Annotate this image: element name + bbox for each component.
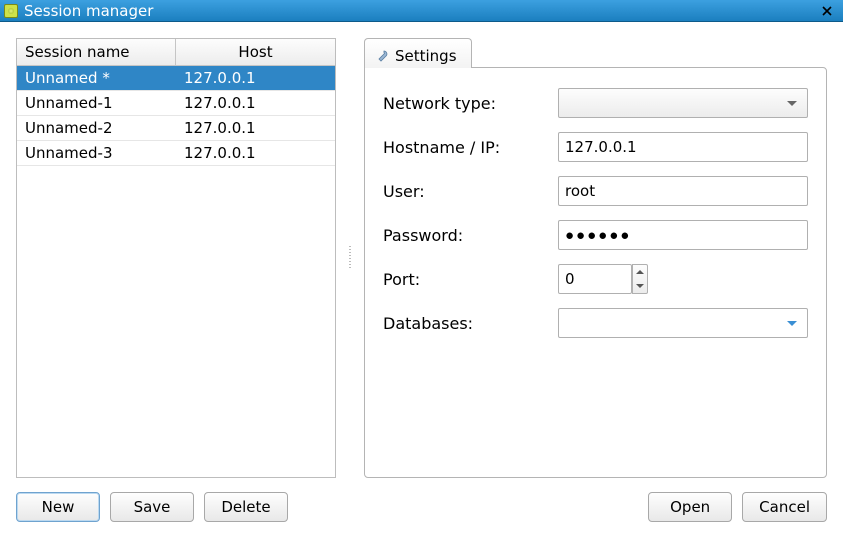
tab-settings[interactable]: Settings	[364, 38, 472, 68]
port-spinner[interactable]	[632, 264, 648, 294]
table-row[interactable]: Unnamed-3127.0.0.1	[17, 141, 335, 166]
cancel-button[interactable]: Cancel	[742, 492, 827, 522]
user-label: User:	[383, 182, 558, 201]
session-name-cell: Unnamed-2	[17, 116, 176, 140]
save-button[interactable]: Save	[110, 492, 194, 522]
spinner-up-icon[interactable]	[633, 265, 647, 279]
databases-select[interactable]	[558, 308, 808, 338]
databases-label: Databases:	[383, 314, 558, 333]
open-button[interactable]: Open	[648, 492, 732, 522]
session-host-cell: 127.0.0.1	[176, 141, 335, 165]
close-icon[interactable]	[815, 0, 839, 22]
session-host-cell: 127.0.0.1	[176, 66, 335, 90]
table-row[interactable]: Unnamed *127.0.0.1	[17, 66, 335, 91]
session-name-cell: Unnamed-1	[17, 91, 176, 115]
splitter[interactable]	[348, 38, 352, 478]
spinner-down-icon[interactable]	[633, 279, 647, 293]
session-host-cell: 127.0.0.1	[176, 116, 335, 140]
chevron-down-icon	[787, 321, 797, 326]
delete-button[interactable]: Delete	[204, 492, 288, 522]
app-icon	[4, 4, 18, 18]
port-label: Port:	[383, 270, 558, 289]
network-type-select[interactable]	[558, 88, 808, 118]
table-row[interactable]: Unnamed-1127.0.0.1	[17, 91, 335, 116]
network-type-label: Network type:	[383, 94, 558, 113]
settings-panel: Network type: Hostname / IP:	[364, 67, 827, 478]
user-input[interactable]	[558, 176, 808, 206]
window-title: Session manager	[24, 2, 153, 20]
session-name-cell: Unnamed *	[17, 66, 176, 90]
session-list[interactable]: Session name Host Unnamed *127.0.0.1Unna…	[16, 38, 336, 478]
session-name-cell: Unnamed-3	[17, 141, 176, 165]
titlebar: Session manager	[0, 0, 843, 22]
column-host[interactable]: Host	[176, 39, 335, 65]
wrench-icon	[375, 49, 389, 63]
table-row[interactable]: Unnamed-2127.0.0.1	[17, 116, 335, 141]
hostname-input[interactable]	[558, 132, 808, 162]
new-button[interactable]: New	[16, 492, 100, 522]
column-session-name[interactable]: Session name	[17, 39, 176, 65]
port-input[interactable]	[558, 264, 632, 294]
chevron-down-icon	[787, 101, 797, 106]
tab-settings-label: Settings	[395, 47, 457, 65]
hostname-label: Hostname / IP:	[383, 138, 558, 157]
session-host-cell: 127.0.0.1	[176, 91, 335, 115]
password-input[interactable]	[558, 220, 808, 250]
password-label: Password:	[383, 226, 558, 245]
